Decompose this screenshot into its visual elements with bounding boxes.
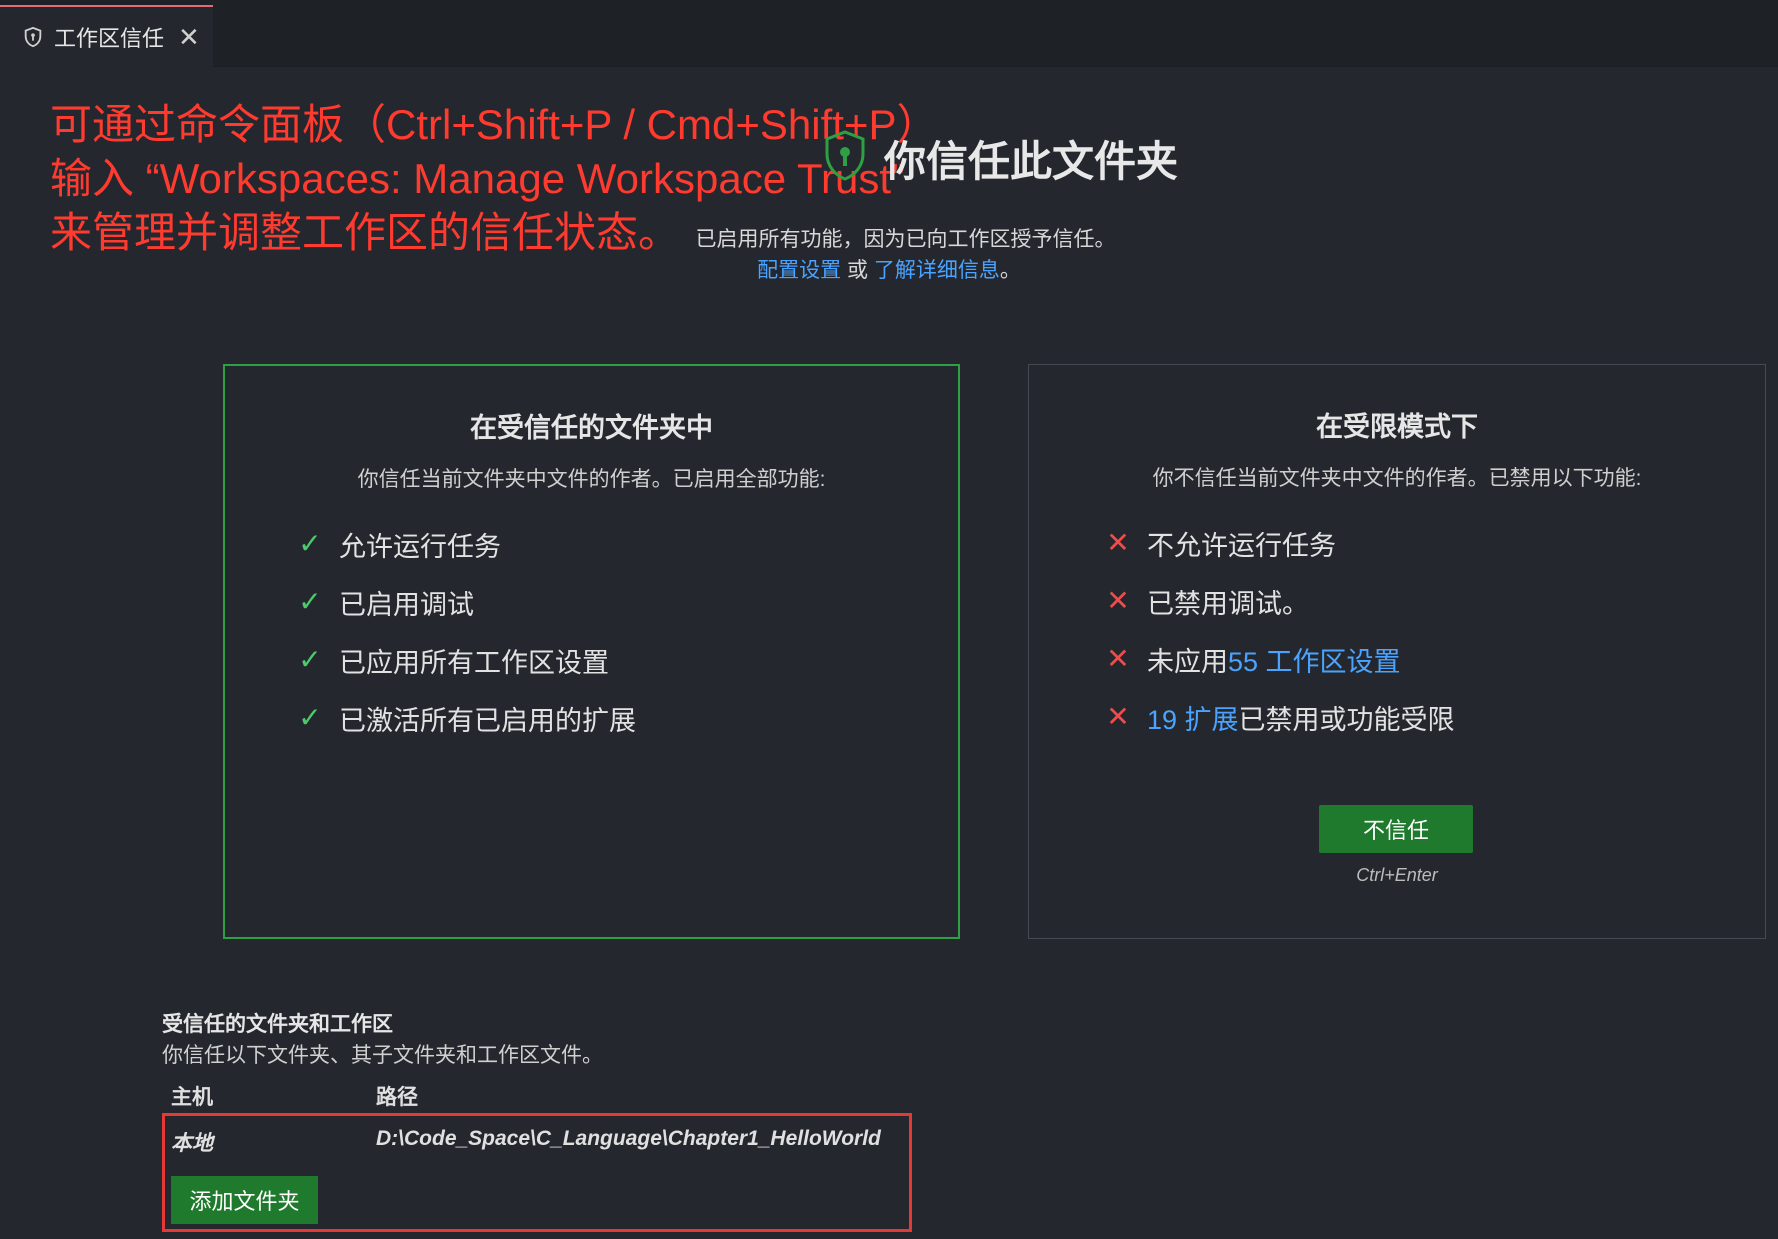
learn-more-link[interactable]: 了解详细信息: [874, 259, 1000, 282]
cross-icon: ✕: [1106, 701, 1130, 732]
list-item: ✕ 未应用 55 工作区设置: [1029, 630, 1765, 688]
list-item: ✕ 不允许运行任务: [1029, 514, 1765, 572]
workspace-settings-link[interactable]: 55 工作区设置: [1228, 640, 1401, 679]
feature-label: 已禁用调试。: [1147, 588, 1309, 619]
feature-label: 已激活所有已启用的扩展: [339, 705, 636, 736]
check-icon: ✓: [298, 702, 322, 733]
shield-lock-icon: [825, 130, 865, 181]
restricted-card: 在受限模式下 你不信任当前文件夹中文件的作者。已禁用以下功能: ✕ 不允许运行任务…: [1028, 364, 1766, 939]
list-item: ✓ 已应用所有工作区设置: [225, 631, 958, 689]
feature-label: 已应用所有工作区设置: [339, 647, 609, 678]
list-item: ✕ 已禁用调试。: [1029, 572, 1765, 630]
close-icon[interactable]: ✕: [178, 24, 200, 50]
feature-label: 未应用: [1147, 646, 1228, 677]
list-item: ✓ 允许运行任务: [225, 515, 958, 573]
restricted-feature-list: ✕ 不允许运行任务 ✕ 已禁用调试。 ✕ 未应用 55 工作区设置 ✕ 19 扩展 已禁用或…: [1029, 514, 1765, 746]
restricted-card-description: 你不信任当前文件夹中文件的作者。已禁用以下功能:: [1152, 467, 1642, 490]
feature-label: 已禁用或功能受限: [1238, 704, 1455, 735]
feature-label: 不允许运行任务: [1147, 530, 1336, 561]
list-item: ✓ 已激活所有已启用的扩展: [225, 689, 958, 747]
page-title: 你信任此文件夹: [884, 138, 1179, 185]
shield-icon: [24, 26, 42, 48]
restricted-card-title: 在受限模式下: [1316, 412, 1478, 442]
check-icon: ✓: [298, 644, 322, 675]
trusted-folders-title: 受信任的文件夹和工作区: [162, 1013, 393, 1036]
editor-tab-bar: 工作区信任 ✕: [0, 0, 1778, 67]
page-subtitle: 已启用所有功能，因为已向工作区授予信任。: [695, 228, 1116, 251]
feature-label: 已启用调试: [339, 589, 474, 620]
trusted-card-description: 你信任当前文件夹中文件的作者。已启用全部功能:: [357, 468, 826, 491]
trusted-card: 在受信任的文件夹中 你信任当前文件夹中文件的作者。已启用全部功能: ✓ 允许运行任…: [223, 364, 960, 939]
list-item: ✓ 已启用调试: [225, 573, 958, 631]
check-icon: ✓: [298, 528, 322, 559]
check-icon: ✓: [298, 586, 322, 617]
keyboard-shortcut-hint: Ctrl+Enter: [1356, 865, 1438, 885]
table-row-path[interactable]: D:\Code_Space\C_Language\Chapter1_HelloW…: [376, 1127, 881, 1151]
trusted-folders-description: 你信任以下文件夹、其子文件夹和工作区文件。: [162, 1044, 603, 1067]
tab-workspace-trust[interactable]: 工作区信任 ✕: [0, 5, 213, 67]
trusted-card-title: 在受信任的文件夹中: [470, 413, 713, 443]
extensions-link[interactable]: 19 扩展: [1147, 698, 1239, 737]
configure-settings-link[interactable]: 配置设置: [757, 259, 841, 282]
add-folder-button[interactable]: 添加文件夹: [171, 1176, 318, 1224]
trusted-feature-list: ✓ 允许运行任务 ✓ 已启用调试 ✓ 已应用所有工作区设置 ✓ 已激活所有已启用的扩展: [225, 515, 958, 747]
tab-label: 工作区信任: [54, 26, 165, 51]
cross-icon: ✕: [1106, 527, 1130, 558]
table-row-host[interactable]: 本地: [171, 1127, 213, 1157]
column-header-path: 路径: [376, 1086, 418, 1109]
list-item: ✕ 19 扩展 已禁用或功能受限: [1029, 688, 1765, 746]
cross-icon: ✕: [1106, 643, 1130, 674]
column-header-host: 主机: [171, 1086, 213, 1109]
or-text: 或: [841, 259, 874, 282]
header-links: 配置设置 或 了解详细信息。: [0, 254, 1778, 284]
cross-icon: ✕: [1106, 585, 1130, 616]
dont-trust-button[interactable]: 不信任: [1319, 805, 1473, 853]
period-text: 。: [999, 259, 1021, 282]
feature-label: 允许运行任务: [339, 531, 501, 562]
